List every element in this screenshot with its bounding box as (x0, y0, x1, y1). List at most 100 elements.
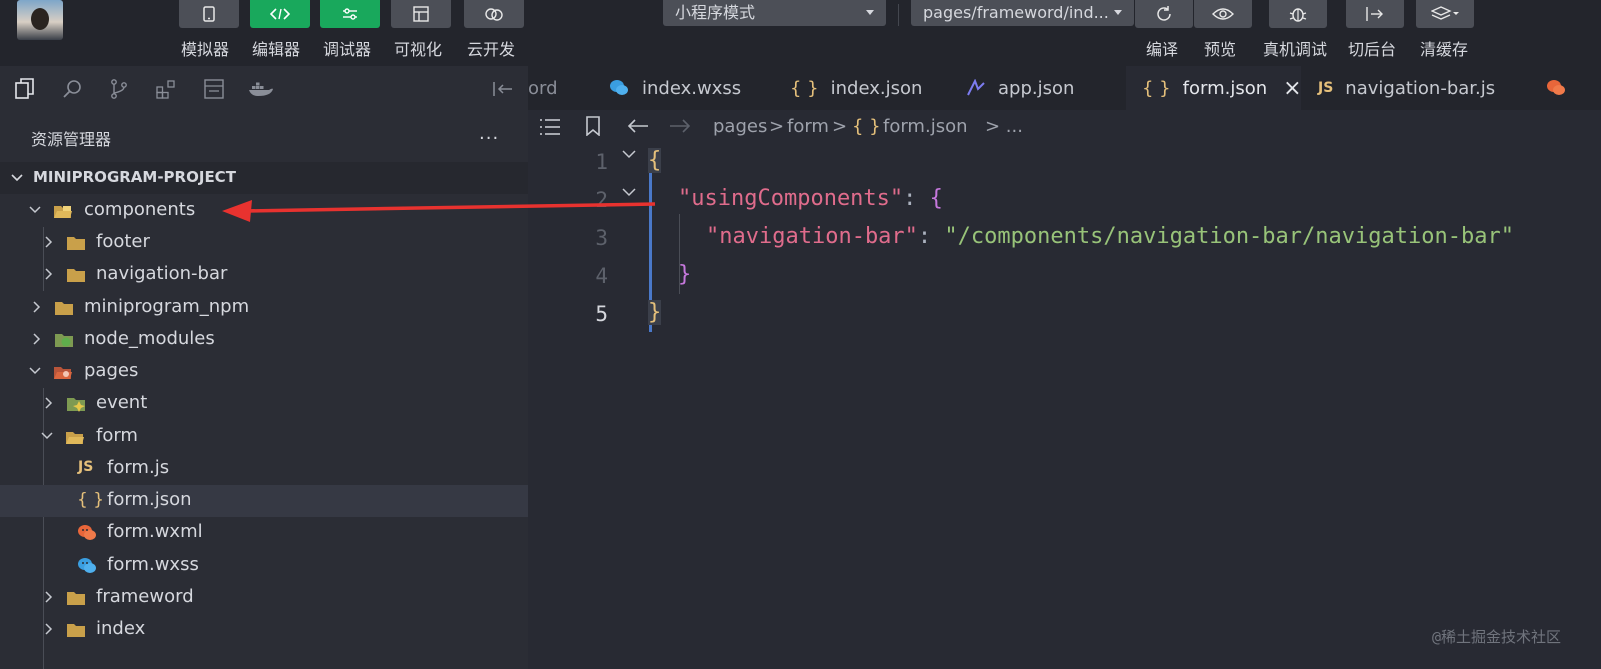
chevron-right-icon (33, 301, 41, 313)
tab-index-json[interactable]: { } index.json (790, 66, 940, 110)
tree-label: node_modules (84, 328, 215, 349)
js-file-icon: JS (1318, 80, 1334, 96)
tab-form-json[interactable]: { } form.json × (1126, 66, 1302, 110)
compile-button[interactable] (1135, 0, 1193, 28)
pages-folder-icon (54, 367, 72, 379)
page-select[interactable]: pages/frameword/ind... (911, 0, 1134, 26)
visual-button[interactable] (391, 0, 451, 28)
breadcrumb-separator: > (769, 116, 785, 137)
tree-label: navigation-bar (96, 263, 228, 284)
cloud-button[interactable] (464, 0, 524, 28)
tree-label: form.wxss (107, 554, 199, 575)
tab-partial[interactable]: ord (528, 66, 580, 110)
chevron-right-icon (45, 236, 53, 248)
preview-label: 预览 (1204, 40, 1237, 59)
avatar[interactable] (17, 0, 63, 40)
cloud-label: 云开发 (467, 40, 516, 59)
tree-label: components (84, 199, 196, 220)
activity-bar (0, 66, 528, 110)
tree-label: event (96, 392, 148, 413)
breadcrumb-separator: > (832, 116, 848, 137)
chevron-right-icon (45, 268, 53, 280)
tree-folder-footer[interactable]: footer (0, 227, 528, 259)
tree-file-form-wxss[interactable]: form.wxss (0, 550, 528, 582)
folder-open-icon (54, 206, 72, 218)
layout-icon (413, 6, 429, 22)
tree-folder-miniprogram-npm[interactable]: miniprogram_npm (0, 292, 528, 324)
visual-label: 可视化 (394, 40, 443, 59)
bug-icon (1289, 8, 1307, 22)
fold-chevron-icon[interactable] (622, 150, 636, 160)
clear-cache-button[interactable] (1416, 0, 1474, 28)
mode-select[interactable]: 小程序模式 (663, 0, 886, 26)
js-file-icon: JS (78, 459, 94, 475)
json-key: "usingComponents" (678, 186, 904, 211)
fold-chevron-icon[interactable] (622, 188, 636, 198)
sliders-icon (343, 8, 357, 20)
folder-open-icon (66, 432, 84, 444)
files-icon[interactable] (14, 78, 36, 100)
source-control-icon[interactable] (108, 78, 130, 100)
tree-folder-event[interactable]: event (0, 388, 528, 420)
tab-label: ord (528, 77, 558, 99)
arrow-right-icon[interactable] (669, 118, 691, 134)
tree-folder-components[interactable]: components (0, 195, 528, 227)
tab-app-json[interactable]: app.json (966, 66, 1126, 110)
editor-label: 编辑器 (252, 40, 301, 59)
tree-label: miniprogram_npm (84, 296, 250, 317)
cloud-icon (485, 8, 503, 21)
breadcrumb: pages > form > { } form.json > ... (528, 110, 1601, 144)
breadcrumb-form-json[interactable]: form.json (883, 116, 968, 137)
outline-icon[interactable] (203, 78, 225, 100)
tree-label: form.json (107, 489, 192, 510)
tab-navigation-bar-js[interactable]: JS navigation-bar.js (1318, 66, 1518, 110)
tab-label: form.json (1182, 77, 1268, 99)
close-icon[interactable]: × (1283, 76, 1301, 101)
tree-folder-node-modules[interactable]: node_modules (0, 324, 528, 356)
tree-file-form-wxml[interactable]: form.wxml (0, 517, 528, 549)
preview-button[interactable] (1194, 0, 1252, 28)
tab-label: navigation-bar.js (1345, 77, 1496, 99)
tree-label: form (96, 425, 138, 446)
tree-folder-pages[interactable]: pages (0, 356, 528, 388)
code-editor[interactable]: 1 2 3 4 5 { "usingComponents": { "naviga… (528, 144, 1601, 669)
editor-tabs: ord index.wxss { } index.json app.json {… (528, 66, 1601, 110)
tree-folder-form[interactable]: form (0, 421, 528, 453)
wechat-orange-icon (78, 525, 96, 540)
breadcrumb-pages[interactable]: pages (713, 116, 767, 137)
chevron-right-icon (33, 333, 41, 345)
top-toolbar: 模拟器 编辑器 调试器 可视化 云开发 小程序模式 pages/framewor… (0, 0, 1601, 66)
breadcrumb-form[interactable]: form (787, 116, 829, 137)
event-folder-icon (67, 398, 85, 412)
project-header[interactable]: MINIPROGRAM-PROJECT (0, 162, 528, 194)
tree-folder-frameword[interactable]: frameword (0, 582, 528, 614)
tab-index-wxss[interactable]: index.wxss (608, 66, 778, 110)
tree-file-form-json[interactable]: { } form.json (0, 485, 528, 517)
extensions-icon[interactable] (155, 78, 177, 100)
search-icon[interactable] (61, 78, 83, 100)
tree-label: index (96, 618, 146, 639)
more-actions-button[interactable]: ... (479, 123, 499, 144)
debugger-button[interactable] (320, 0, 380, 28)
folder-icon (67, 237, 85, 250)
code-line-4: } (678, 262, 692, 287)
docker-icon[interactable] (248, 78, 274, 100)
background-label: 切后台 (1348, 40, 1397, 59)
bookmark-icon[interactable] (585, 116, 601, 136)
wechat-orange-icon (1547, 80, 1565, 95)
tree-folder-navigation-bar[interactable]: navigation-bar (0, 259, 528, 291)
json-colon: : (903, 186, 930, 211)
collapse-sidebar-icon[interactable] (492, 78, 514, 100)
tree-file-form-js[interactable]: JS form.js (0, 453, 528, 485)
arrow-left-icon[interactable] (627, 118, 649, 134)
breadcrumb-more[interactable]: > ... (985, 116, 1023, 137)
watermark: @稀土掘金技术社区 (1431, 628, 1561, 646)
tree-label: frameword (96, 586, 194, 607)
chevron-right-icon (45, 623, 53, 635)
remote-debug-button[interactable] (1269, 0, 1327, 28)
editor-button[interactable] (250, 0, 310, 28)
background-button[interactable] (1346, 0, 1404, 28)
tree-folder-index[interactable]: index (0, 614, 528, 646)
simulator-button[interactable] (179, 0, 239, 28)
list-icon[interactable] (539, 118, 561, 136)
